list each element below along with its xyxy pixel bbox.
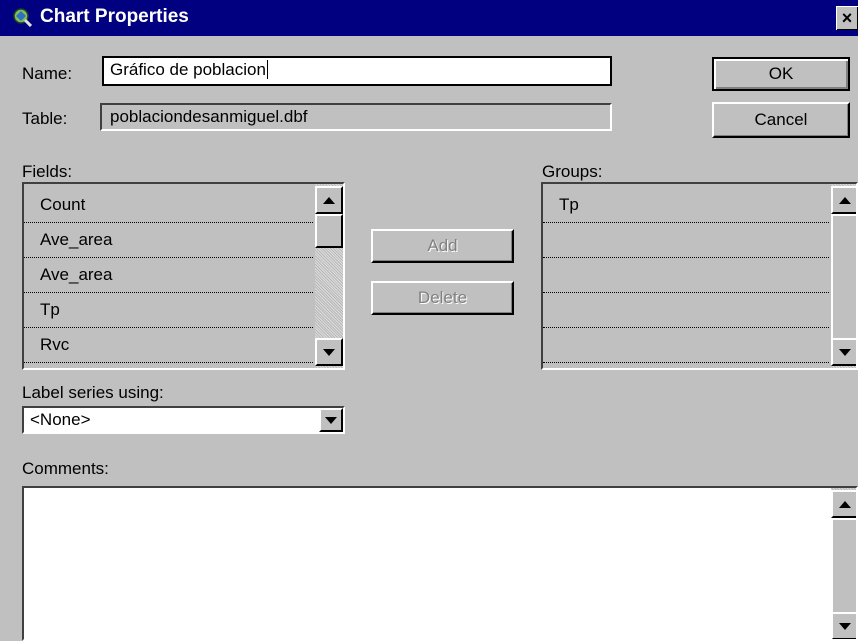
list-item[interactable] <box>543 258 829 293</box>
scroll-down-icon[interactable] <box>831 612 856 639</box>
fields-scrollbar[interactable] <box>315 184 343 368</box>
fields-label: Fields: <box>22 162 73 181</box>
scroll-down-icon[interactable] <box>831 338 856 366</box>
label-series-label: Label series using: <box>22 383 164 402</box>
groups-label: Groups: <box>542 162 603 181</box>
comments-scrollbar[interactable] <box>831 488 856 639</box>
name-label: Name: <box>22 64 73 83</box>
scroll-down-icon[interactable] <box>315 338 343 366</box>
fields-list[interactable]: Count Ave_area Ave_area Tp Rvc <box>22 182 345 370</box>
list-item[interactable]: Tp <box>24 293 313 328</box>
scroll-thumb[interactable] <box>315 214 343 248</box>
name-value: Gráfico de poblacion <box>110 60 266 79</box>
groups-list[interactable]: Tp <box>541 182 858 370</box>
table-label: Table: <box>22 109 68 128</box>
title-bar[interactable]: Chart Properties × <box>0 0 858 36</box>
list-item[interactable]: Ave_area <box>24 258 313 293</box>
label-series-value: <None> <box>30 410 91 429</box>
delete-button[interactable]: Delete <box>371 281 514 315</box>
label-series-dropdown[interactable]: <None> <box>22 406 345 434</box>
scroll-thumb[interactable] <box>831 214 856 340</box>
comments-label: Comments: <box>22 459 109 478</box>
chevron-down-icon[interactable] <box>319 408 343 432</box>
chart-properties-dialog: Chart Properties × Name: Gráfico de pobl… <box>0 0 858 641</box>
comments-textarea[interactable] <box>22 486 858 641</box>
list-item[interactable] <box>543 328 829 363</box>
list-item[interactable]: Rvc <box>24 328 313 363</box>
scroll-up-icon[interactable] <box>831 186 856 214</box>
chart-app-icon <box>13 8 32 27</box>
list-item[interactable] <box>543 293 829 328</box>
groups-scrollbar[interactable] <box>831 184 856 368</box>
list-item[interactable]: Count <box>24 188 313 223</box>
add-button[interactable]: Add <box>371 229 514 263</box>
name-input[interactable]: Gráfico de poblacion <box>102 56 612 86</box>
table-value: poblaciondesanmiguel.dbf <box>110 107 308 126</box>
window-title: Chart Properties <box>40 6 189 27</box>
scroll-thumb[interactable] <box>831 518 856 616</box>
list-item[interactable]: Ave_area <box>24 223 313 258</box>
close-icon[interactable]: × <box>836 6 858 30</box>
cancel-button[interactable]: Cancel <box>712 102 850 138</box>
scroll-up-icon[interactable] <box>831 490 856 518</box>
ok-button[interactable]: OK <box>712 57 850 91</box>
table-field: poblaciondesanmiguel.dbf <box>100 103 612 131</box>
scroll-up-icon[interactable] <box>315 186 343 214</box>
list-item[interactable] <box>543 223 829 258</box>
list-item[interactable]: Tp <box>543 188 829 223</box>
text-cursor <box>266 60 268 79</box>
